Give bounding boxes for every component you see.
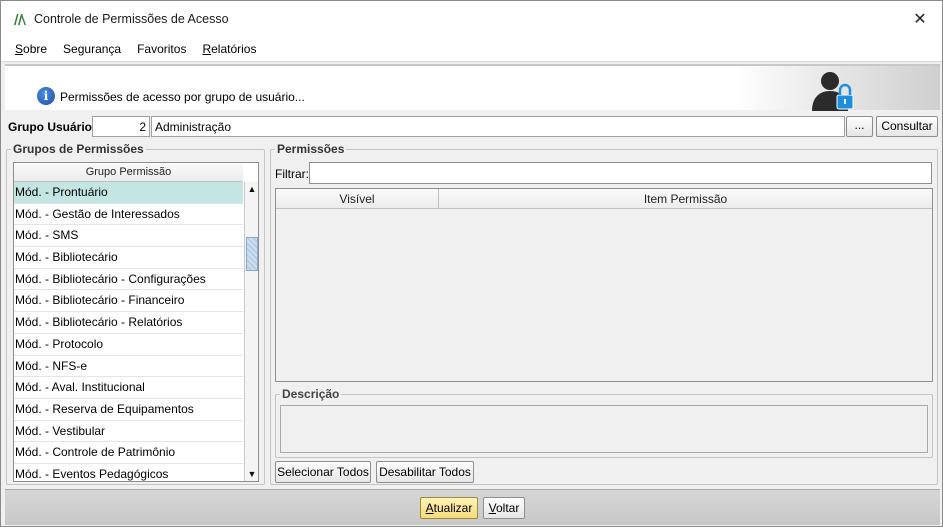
grupos-permissoes-rows: Mód. - Prontuário Mód. - Gestão de Intere… [14, 182, 243, 481]
permissoes-legend: Permissões [275, 142, 347, 156]
column-header-grupo-permissao[interactable]: Grupo Permissão [14, 163, 243, 182]
menu-bar: Sobre Segurança Favoritos Relatórios [1, 36, 942, 62]
permissoes-panel: Permissões Filtrar: Visível Item Permiss… [270, 142, 938, 485]
main-window: Controle de Permissões de Acesso ✕ Sobre… [0, 0, 943, 527]
grupo-permissao-row[interactable]: Mód. - Vestibular [14, 421, 243, 443]
title-bar: Controle de Permissões de Acesso ✕ [1, 1, 942, 36]
scroll-thumb[interactable] [246, 237, 258, 271]
grupo-permissao-row[interactable]: Mód. - Gestão de Interessados [14, 204, 243, 226]
info-icon: i [37, 87, 55, 105]
column-header-visivel[interactable]: Visível [276, 189, 439, 208]
scroll-down-icon[interactable]: ▼ [245, 467, 258, 481]
grupo-usuario-id-field[interactable]: 2 [92, 116, 150, 137]
grupo-permissao-row[interactable]: Mód. - Controle de Patrimônio [14, 442, 243, 464]
menu-sobre[interactable]: Sobre [9, 42, 53, 56]
grupo-permissao-row[interactable]: Mód. - NFS-e [14, 356, 243, 378]
grupo-usuario-label: Grupo Usuário: [8, 120, 97, 134]
filtrar-label: Filtrar: [275, 167, 309, 181]
grupo-permissao-row[interactable]: Mód. - Reserva de Equipamentos [14, 399, 243, 421]
header-banner: i Permissões de acesso por grupo de usuá… [5, 64, 940, 111]
banner-text: Permissões de acesso por grupo de usuári… [60, 90, 305, 104]
grupo-permissao-row[interactable]: Mód. - Aval. Institucional [14, 377, 243, 399]
grupo-usuario-name-field[interactable]: Administração [151, 116, 845, 137]
menu-relatorios[interactable]: Relatórios [196, 42, 262, 56]
grupos-permissoes-legend: Grupos de Permissões [11, 142, 146, 156]
window-title: Controle de Permissões de Acesso [34, 11, 229, 26]
grupo-permissao-row[interactable]: Mód. - Bibliotecário - Relatórios [14, 312, 243, 334]
close-icon: ✕ [913, 10, 927, 28]
grupo-permissao-row[interactable]: Mód. - Protocolo [14, 334, 243, 356]
grupo-permissao-row[interactable]: Mód. - Bibliotecário - Configurações [14, 269, 243, 291]
menu-favoritos[interactable]: Favoritos [131, 42, 192, 56]
grupo-permissao-row[interactable]: Mód. - Prontuário [14, 182, 243, 204]
lookup-button[interactable]: ... [846, 116, 873, 137]
consultar-button[interactable]: Consultar [876, 116, 938, 137]
grupos-permissoes-table: Grupo Permissão Mód. - Prontuário Mód. - … [13, 162, 259, 482]
desabilitar-todos-button[interactable]: Desabilitar Todos [376, 461, 474, 483]
voltar-button[interactable]: Voltar [483, 497, 525, 519]
permissoes-table: Visível Item Permissão [275, 188, 933, 382]
footer-bar: Atualizar Voltar [5, 489, 940, 525]
descricao-panel: Descrição [275, 387, 933, 458]
user-lock-icon [812, 72, 854, 111]
close-button[interactable]: ✕ [898, 1, 942, 36]
grupo-usuario-row: Grupo Usuário: 2 Administração ... Consu… [1, 114, 942, 140]
atualizar-button[interactable]: Atualizar [420, 497, 478, 519]
column-header-item-permissao[interactable]: Item Permissão [439, 189, 932, 208]
descricao-legend: Descrição [280, 387, 342, 401]
grupos-permissoes-panel: Grupos de Permissões Grupo Permissão Mód… [6, 142, 265, 485]
grupo-permissao-row[interactable]: Mód. - Bibliotecário [14, 247, 243, 269]
grupo-permissao-row[interactable]: Mód. - SMS [14, 225, 243, 248]
filtrar-input[interactable] [309, 162, 932, 184]
scroll-up-icon[interactable]: ▲ [245, 182, 258, 197]
selecionar-todos-button[interactable]: Selecionar Todos [275, 461, 371, 483]
grupo-permissao-row[interactable]: Mód. - Bibliotecário - Financeiro [14, 290, 243, 313]
descricao-field [280, 405, 928, 453]
permissoes-table-header: Visível Item Permissão [276, 189, 932, 209]
vertical-scrollbar[interactable]: ▲ ▼ [244, 182, 258, 481]
menu-seguranca[interactable]: Segurança [57, 42, 127, 56]
app-logo-icon [14, 13, 26, 25]
grupo-permissao-row[interactable]: Mód. - Eventos Pedagógicos [14, 464, 243, 481]
